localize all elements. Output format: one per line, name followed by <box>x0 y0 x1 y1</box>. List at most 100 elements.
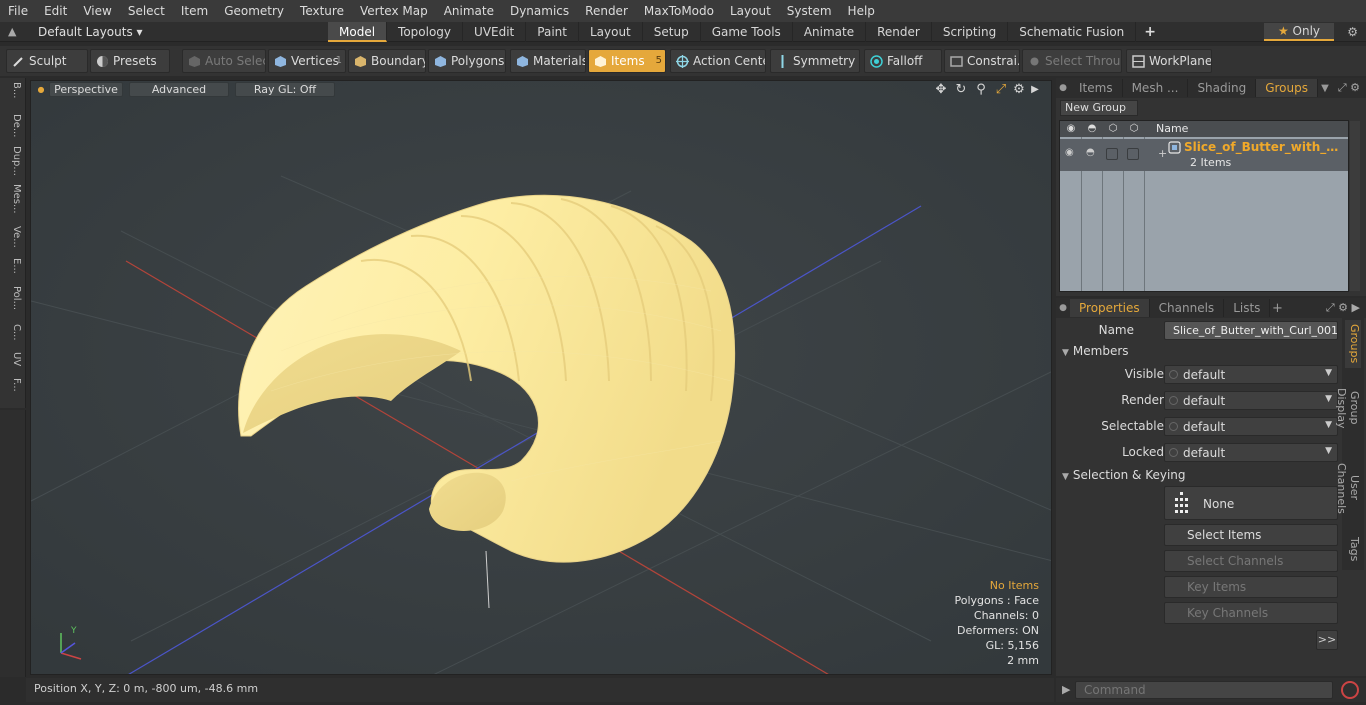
row-select-checkbox[interactable] <box>1127 148 1139 160</box>
side-tab-group-display[interactable]: Group Display <box>1335 372 1361 444</box>
name-input[interactable]: Slice_of_Butter_with_Curl_001 (3 <box>1164 321 1338 340</box>
visible-dropdown[interactable]: default ▼ <box>1164 365 1338 384</box>
tab-uvedit[interactable]: UVEdit <box>463 22 527 42</box>
zoom-view-icon[interactable]: ⚲ <box>973 82 989 98</box>
command-expand-icon[interactable]: ▶ <box>1062 683 1070 696</box>
side-tab-user-channels[interactable]: User Channels <box>1335 450 1361 526</box>
tab-paint[interactable]: Paint <box>526 22 579 42</box>
left-tab-e[interactable]: E... <box>4 258 22 274</box>
panel-dot-icon[interactable]: ● <box>1056 83 1070 93</box>
render-icon[interactable]: ◓ <box>1085 122 1099 136</box>
collapse-up-icon[interactable]: ▲ <box>8 25 20 39</box>
tab-topology[interactable]: Topology <box>387 22 464 42</box>
tab-items[interactable]: Items <box>1070 79 1123 97</box>
tab-schematic-fusion[interactable]: Schematic Fusion <box>1008 22 1137 42</box>
tab-properties[interactable]: Properties <box>1070 299 1150 317</box>
rotate-view-icon[interactable]: ↻ <box>953 82 969 98</box>
sculpt-button[interactable]: Sculpt <box>6 49 88 73</box>
tab-setup[interactable]: Setup <box>643 22 701 42</box>
add-tab-icon[interactable]: + <box>1136 22 1164 42</box>
constraints-button[interactable]: Constrai... <box>944 49 1020 73</box>
row-lock-checkbox[interactable] <box>1106 148 1118 160</box>
menu-item[interactable]: Item <box>173 0 216 22</box>
selectable-dropdown[interactable]: default ▼ <box>1164 417 1338 436</box>
symmetry-button[interactable]: Symmetry <box>770 49 860 73</box>
tab-game-tools[interactable]: Game Tools <box>701 22 793 42</box>
3d-viewport[interactable]: Y ● Perspective Advanced Ray GL: Off ✥ ↻… <box>30 80 1052 675</box>
materials-button[interactable]: Materials <box>510 49 586 73</box>
menu-vertex-map[interactable]: Vertex Map <box>352 0 436 22</box>
render-dropdown[interactable]: default ▼ <box>1164 391 1338 410</box>
menu-maxtomodo[interactable]: MaxToModo <box>636 0 722 22</box>
select-items-button[interactable]: Select Items <box>1164 524 1338 546</box>
select-cube-icon[interactable]: ⬡ <box>1127 122 1141 136</box>
menu-dynamics[interactable]: Dynamics <box>502 0 577 22</box>
left-tab-dup[interactable]: Dup... <box>4 146 22 176</box>
left-tab-f[interactable]: F... <box>4 378 22 392</box>
props-expand-gear-icons[interactable]: ⤢ ⚙ ▶ <box>1326 298 1360 318</box>
vertices-button[interactable]: Vertices 1 <box>268 49 346 73</box>
menu-file[interactable]: File <box>0 0 36 22</box>
tab-layout[interactable]: Layout <box>579 22 643 42</box>
group-name[interactable]: Slice_of_Butter_with_Curl_001 <box>1184 140 1346 154</box>
menu-geometry[interactable]: Geometry <box>216 0 292 22</box>
command-input[interactable] <box>1075 681 1333 699</box>
tab-lists[interactable]: Lists <box>1224 299 1271 317</box>
key-channels-button[interactable]: Key Channels <box>1164 602 1338 624</box>
left-tab-ve[interactable]: Ve... <box>4 226 22 248</box>
panel-expand-gear-icons[interactable]: ⤢ ⚙ <box>1338 78 1360 98</box>
tab-groups[interactable]: Groups <box>1256 79 1318 97</box>
action-center-button[interactable]: Action Center <box>670 49 766 73</box>
menu-help[interactable]: Help <box>840 0 883 22</box>
more-button[interactable]: >> <box>1316 630 1338 650</box>
tab-channels[interactable]: Channels <box>1150 299 1225 317</box>
left-tab-mes[interactable]: Mes... <box>4 184 22 214</box>
boundary-button[interactable]: Boundary <box>348 49 426 73</box>
viewport-menu-dot-icon[interactable]: ● <box>33 82 49 98</box>
locked-dropdown[interactable]: default ▼ <box>1164 443 1338 462</box>
record-icon[interactable] <box>1341 681 1359 699</box>
auto-select-button[interactable]: Auto Select <box>182 49 266 73</box>
menu-view[interactable]: View <box>75 0 119 22</box>
row-eye-icon[interactable]: ◉ <box>1065 147 1074 158</box>
expand-plus-icon[interactable]: + <box>1158 147 1167 160</box>
layouts-dropdown[interactable]: Default Layouts ▾ <box>38 22 143 42</box>
advanced-dropdown[interactable]: Advanced <box>129 82 229 97</box>
workplane-button[interactable]: WorkPlane <box>1126 49 1212 73</box>
menu-layout[interactable]: Layout <box>722 0 779 22</box>
select-channels-button[interactable]: Select Channels <box>1164 550 1338 572</box>
members-section[interactable]: ▼ Members <box>1062 344 1338 360</box>
menu-select[interactable]: Select <box>120 0 173 22</box>
raygl-dropdown[interactable]: Ray GL: Off <box>235 82 335 97</box>
left-tab-uv[interactable]: UV <box>4 352 22 366</box>
none-selection-button[interactable]: None <box>1164 486 1338 520</box>
visibility-eye-icon[interactable]: ◉ <box>1064 122 1078 136</box>
items-button[interactable]: Items 5 <box>588 49 666 73</box>
group-row[interactable]: ◉ ◓ + Slice_of_Butter_with_Curl_001 2 It… <box>1060 139 1348 171</box>
only-toggle[interactable]: ★ Only <box>1264 23 1334 41</box>
add-panel-tab-icon[interactable]: + <box>1270 301 1284 316</box>
props-dot-icon[interactable]: ● <box>1056 303 1070 313</box>
tab-shading[interactable]: Shading <box>1188 79 1257 97</box>
presets-button[interactable]: Presets <box>90 49 170 73</box>
left-tab-pol[interactable]: Pol... <box>4 286 22 310</box>
viewport-settings-icon[interactable]: ⚙ <box>1011 82 1027 98</box>
perspective-dropdown[interactable]: Perspective <box>49 82 123 97</box>
menu-edit[interactable]: Edit <box>36 0 75 22</box>
lock-cube-icon[interactable]: ⬡ <box>1106 122 1120 136</box>
tab-scripting[interactable]: Scripting <box>932 22 1009 42</box>
left-tab-c[interactable]: C... <box>4 324 22 341</box>
select-through-button[interactable]: Select Through <box>1022 49 1122 73</box>
menu-animate[interactable]: Animate <box>436 0 502 22</box>
side-tab-tags[interactable]: Tags <box>1345 532 1361 566</box>
tab-animate[interactable]: Animate <box>793 22 867 42</box>
falloff-button[interactable]: Falloff <box>864 49 942 73</box>
tab-mesh[interactable]: Mesh ... <box>1123 79 1189 97</box>
key-items-button[interactable]: Key Items <box>1164 576 1338 598</box>
left-tab-b[interactable]: B... <box>4 82 22 98</box>
column-name[interactable]: Name <box>1156 121 1188 137</box>
left-tab-de[interactable]: De... <box>4 114 22 137</box>
new-group-button[interactable]: New Group <box>1060 100 1138 116</box>
side-tab-groups[interactable]: Groups <box>1345 320 1361 368</box>
row-render-icon[interactable]: ◓ <box>1086 147 1095 158</box>
